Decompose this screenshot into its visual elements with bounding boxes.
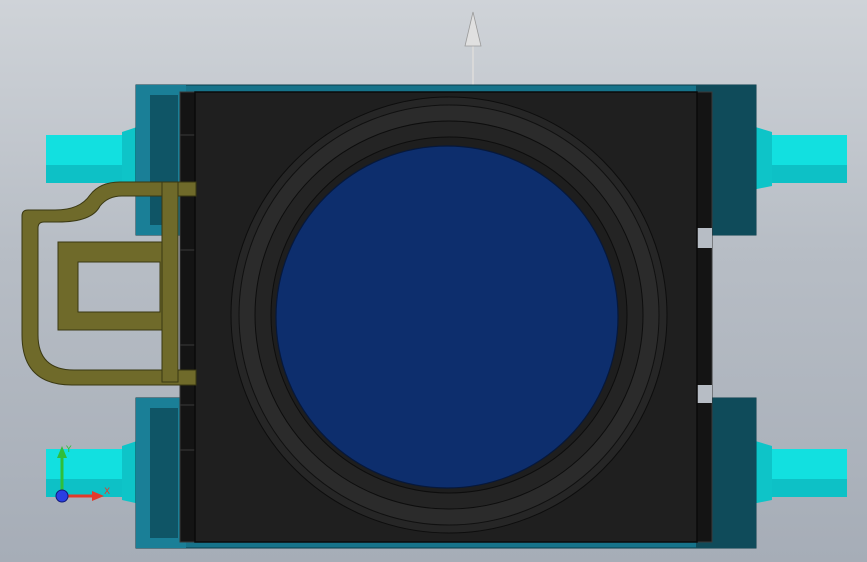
right-pipe-bottom[interactable] [752,440,847,504]
side-rail-right [695,91,713,543]
model-canvas[interactable]: Y X [0,0,867,562]
side-rail-left [179,91,197,543]
left-pipe-top[interactable] [46,126,140,190]
triad-x-label: X [104,487,110,497]
triad-y-label: Y [65,445,72,455]
right-pipe-top[interactable] [752,126,847,190]
lens-window[interactable] [275,145,619,489]
direction-arrow [464,11,482,85]
cad-viewport[interactable]: Y X [0,0,867,562]
wire-harness[interactable] [21,181,197,386]
